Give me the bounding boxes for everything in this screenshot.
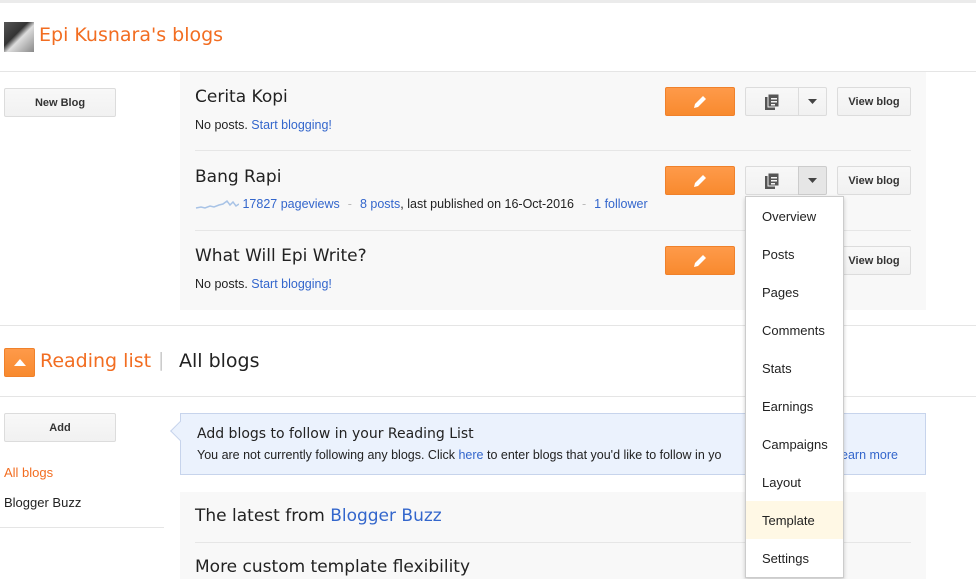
collapse-reading-list-button[interactable] bbox=[4, 348, 35, 377]
blog-title[interactable]: What Will Epi Write? bbox=[195, 246, 367, 266]
menu-item-stats[interactable]: Stats bbox=[746, 349, 843, 387]
followers-link[interactable]: 1 follower bbox=[594, 197, 648, 211]
no-posts-text: No posts. bbox=[195, 277, 248, 291]
menu-item-settings[interactable]: Settings bbox=[746, 539, 843, 577]
menu-item-overview[interactable]: Overview bbox=[746, 197, 843, 235]
info-arrow bbox=[170, 421, 190, 441]
last-published-text: , last published on 16-Oct-2016 bbox=[400, 197, 574, 211]
menu-item-template[interactable]: Template bbox=[746, 501, 843, 539]
menu-item-campaigns[interactable]: Campaigns bbox=[746, 425, 843, 463]
new-blog-button[interactable]: New Blog bbox=[4, 88, 116, 117]
menu-item-pages[interactable]: Pages bbox=[746, 273, 843, 311]
divider bbox=[195, 150, 911, 151]
menu-item-posts[interactable]: Posts bbox=[746, 235, 843, 273]
more-options-dropdown[interactable] bbox=[798, 166, 827, 195]
menu-item-comments[interactable]: Comments bbox=[746, 311, 843, 349]
posts-button[interactable] bbox=[745, 87, 799, 116]
feed-heading-prefix: The latest from bbox=[195, 506, 331, 526]
new-post-button[interactable] bbox=[665, 166, 735, 195]
blog-meta: No posts. Start blogging! bbox=[195, 277, 332, 291]
blog-title[interactable]: Cerita Kopi bbox=[195, 87, 288, 107]
learn-more-link[interactable]: earn more bbox=[841, 448, 898, 462]
top-strip bbox=[0, 0, 976, 3]
pencil-icon bbox=[694, 95, 706, 108]
pageviews-link[interactable]: 17827 pageviews bbox=[242, 197, 339, 211]
posts-button[interactable] bbox=[745, 166, 799, 195]
info-heading: Add blogs to follow in your Reading List bbox=[197, 426, 474, 442]
add-blog-button[interactable]: Add bbox=[4, 413, 116, 442]
caret-down-icon bbox=[808, 99, 817, 104]
menu-item-earnings[interactable]: Earnings bbox=[746, 387, 843, 425]
info-text: You are not currently following any blog… bbox=[197, 448, 721, 462]
reading-list-subtitle: All blogs bbox=[179, 350, 260, 372]
pencil-icon bbox=[694, 174, 706, 187]
posts-link[interactable]: 8 posts bbox=[360, 197, 400, 211]
separator: - bbox=[347, 197, 352, 211]
new-post-button[interactable] bbox=[665, 87, 735, 116]
divider bbox=[0, 527, 164, 528]
feed-heading: The latest from Blogger Buzz bbox=[195, 506, 442, 526]
here-link[interactable]: here bbox=[458, 448, 483, 462]
feed-post-title[interactable]: More custom template flexibility bbox=[195, 557, 470, 577]
caret-up-icon bbox=[13, 359, 26, 366]
blog-meta: 17827 pageviews -8 posts, last published … bbox=[195, 197, 648, 211]
blogger-buzz-link[interactable]: Blogger Buzz bbox=[330, 506, 442, 526]
caret-down-icon bbox=[808, 178, 817, 183]
page-title: Epi Kusnara's blogs bbox=[39, 24, 224, 46]
view-blog-button[interactable]: View blog bbox=[837, 246, 911, 275]
view-blog-button[interactable]: View blog bbox=[837, 166, 911, 195]
blog-actions-menu: Overview Posts Pages Comments Stats Earnings C… bbox=[745, 196, 844, 578]
blog-title[interactable]: Bang Rapi bbox=[195, 167, 281, 187]
start-blogging-link[interactable]: Start blogging! bbox=[251, 277, 332, 291]
nav-all-blogs[interactable]: All blogs bbox=[4, 465, 53, 480]
documents-icon bbox=[765, 172, 780, 189]
pencil-icon bbox=[694, 254, 706, 267]
start-blogging-link[interactable]: Start blogging! bbox=[251, 118, 332, 132]
title-separator: | bbox=[158, 349, 165, 371]
view-blog-button[interactable]: View blog bbox=[837, 87, 911, 116]
nav-blogger-buzz[interactable]: Blogger Buzz bbox=[4, 495, 81, 510]
info-text-end: to enter blogs that you'd like to follow… bbox=[483, 448, 722, 462]
avatar[interactable] bbox=[4, 22, 34, 52]
reading-list-title: Reading list bbox=[40, 350, 152, 372]
menu-item-layout[interactable]: Layout bbox=[746, 463, 843, 501]
sparkline-icon bbox=[195, 199, 240, 209]
info-text-start: You are not currently following any blog… bbox=[197, 448, 459, 462]
no-posts-text: No posts. bbox=[195, 118, 248, 132]
new-post-button[interactable] bbox=[665, 246, 735, 275]
documents-icon bbox=[765, 93, 780, 110]
separator: - bbox=[581, 197, 587, 211]
more-options-dropdown[interactable] bbox=[798, 87, 827, 116]
blog-meta: No posts. Start blogging! bbox=[195, 118, 332, 132]
